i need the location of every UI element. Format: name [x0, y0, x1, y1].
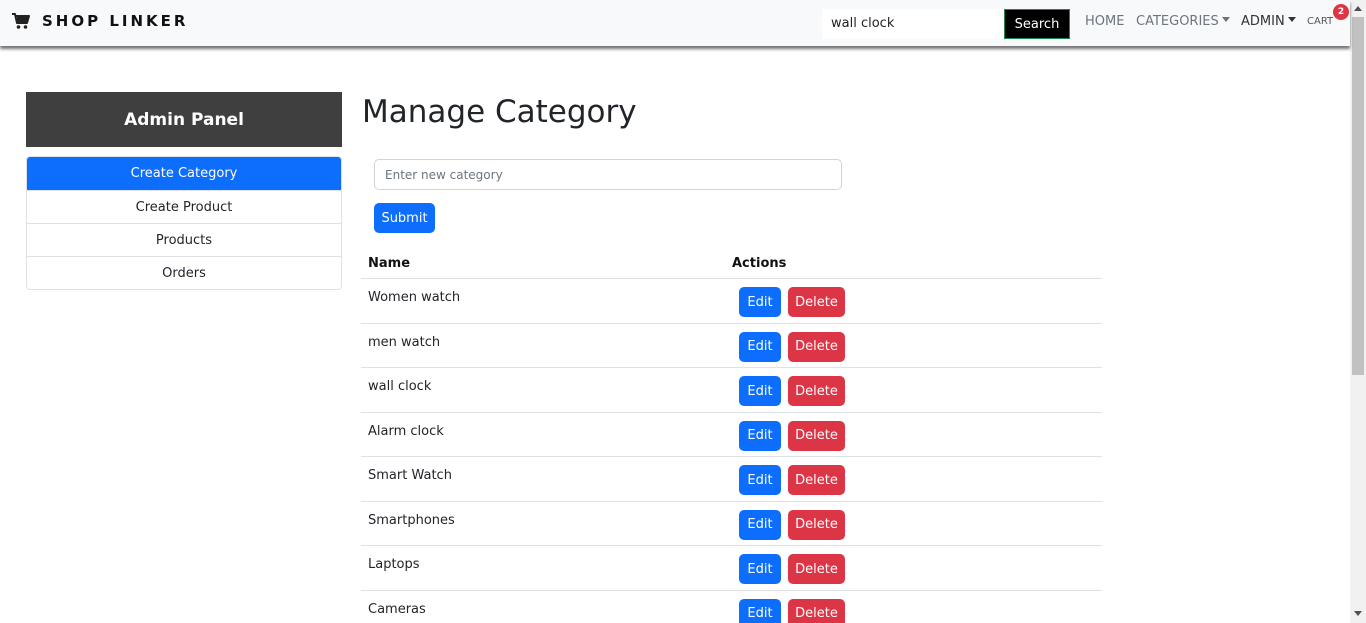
table-row: Alarm clock Edit Delete [361, 413, 1102, 457]
edit-button[interactable]: Edit [739, 465, 781, 495]
delete-button[interactable]: Delete [788, 287, 845, 317]
caret-down-icon [1221, 17, 1230, 22]
brand-name: SHOP LINKER [42, 12, 189, 30]
delete-button[interactable]: Delete [788, 509, 845, 540]
shopping-cart-icon [11, 12, 31, 30]
cart-count-badge: 2 [1333, 4, 1349, 20]
vertical-scrollbar[interactable] [1350, 0, 1366, 623]
delete-button[interactable]: Delete [788, 554, 845, 584]
table-row: wall clock Edit Delete [361, 368, 1102, 413]
column-header-name: Name [368, 256, 411, 271]
edit-button[interactable]: Edit [739, 287, 781, 317]
category-name: Laptops [368, 557, 420, 572]
nav-categories-label: CATEGORIES [1136, 14, 1219, 29]
search-button[interactable]: Search [1004, 9, 1070, 39]
admin-sidebar-menu: Create Category Create Product Products … [26, 156, 342, 290]
category-name: men watch [368, 334, 441, 350]
delete-button[interactable]: Delete [788, 331, 845, 362]
delete-button[interactable]: Delete [788, 420, 845, 451]
table-row: men watch Edit Delete [361, 324, 1102, 368]
navbar: SHOP LINKER Search HOME CATEGORIES ADMIN… [0, 0, 1350, 46]
table-row: Laptops Edit Delete [361, 546, 1102, 591]
scroll-up-arrow-icon[interactable] [1354, 6, 1362, 11]
table-header: Name Actions [361, 248, 1102, 279]
nav-cart-link[interactable]: CART [1307, 16, 1333, 27]
sidebar-item-create-product[interactable]: Create Product [27, 190, 341, 223]
page-title: Manage Category [362, 94, 637, 130]
category-name: Smartphones [368, 512, 455, 528]
category-name: Alarm clock [368, 423, 444, 439]
nav-admin-dropdown[interactable]: ADMIN [1241, 14, 1296, 29]
new-category-input[interactable] [374, 159, 842, 190]
column-header-actions: Actions [732, 256, 787, 271]
edit-button[interactable]: Edit [739, 376, 781, 406]
edit-button[interactable]: Edit [739, 554, 781, 584]
scroll-down-arrow-icon[interactable] [1354, 611, 1362, 616]
table-row: Cameras Edit Delete [361, 591, 1102, 623]
nav-home-link[interactable]: HOME [1085, 14, 1124, 29]
category-name: Women watch [368, 290, 461, 305]
category-name: wall clock [368, 379, 432, 394]
nav-categories-dropdown[interactable]: CATEGORIES [1136, 14, 1230, 29]
category-table: Name Actions Women watch Edit Delete men… [361, 248, 1102, 623]
delete-button[interactable]: Delete [788, 465, 845, 495]
edit-button[interactable]: Edit [739, 509, 781, 540]
edit-button[interactable]: Edit [739, 598, 781, 623]
table-row: Smart Watch Edit Delete [361, 457, 1102, 502]
scroll-thumb[interactable] [1352, 17, 1364, 375]
edit-button[interactable]: Edit [739, 420, 781, 451]
search-input[interactable] [822, 9, 1004, 39]
edit-button[interactable]: Edit [739, 331, 781, 362]
caret-down-icon [1287, 17, 1296, 22]
table-row: Smartphones Edit Delete [361, 502, 1102, 546]
admin-panel-header: Admin Panel [26, 92, 342, 147]
table-row: Women watch Edit Delete [361, 279, 1102, 324]
category-name: Cameras [368, 601, 426, 617]
page: SHOP LINKER Search HOME CATEGORIES ADMIN… [0, 0, 1366, 623]
sidebar-item-create-category[interactable]: Create Category [27, 157, 341, 190]
category-name: Smart Watch [368, 468, 452, 483]
sidebar-item-orders[interactable]: Orders [27, 256, 341, 289]
delete-button[interactable]: Delete [788, 598, 845, 623]
nav-admin-label: ADMIN [1241, 14, 1285, 29]
submit-button[interactable]: Submit [374, 203, 435, 233]
delete-button[interactable]: Delete [788, 376, 845, 406]
brand[interactable]: SHOP LINKER [11, 12, 188, 30]
sidebar-item-products[interactable]: Products [27, 223, 341, 256]
